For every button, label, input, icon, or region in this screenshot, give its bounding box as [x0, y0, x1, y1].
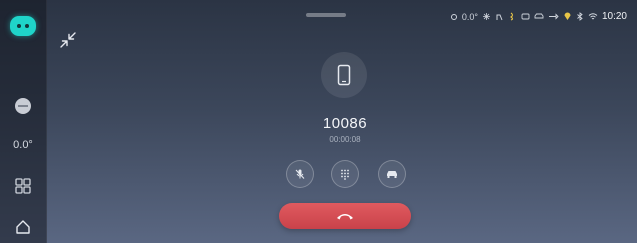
- collapse-arrows-icon: [60, 32, 76, 48]
- keypad-icon: [341, 169, 349, 180]
- fan-icon: [482, 13, 490, 20]
- mute-button[interactable]: [286, 160, 314, 188]
- caller-avatar: [321, 52, 367, 98]
- car-audio-icon: [387, 171, 397, 178]
- status-temperature: 0.0°: [461, 11, 478, 22]
- keypad-button[interactable]: [331, 160, 359, 188]
- call-duration: 00:00:08: [329, 135, 361, 144]
- mute-mic-icon: [295, 169, 305, 179]
- climate-temperature[interactable]: 0.0°: [0, 135, 46, 155]
- media-button[interactable]: [0, 95, 46, 117]
- minimize-call-button[interactable]: [58, 30, 78, 50]
- disc-icon: [15, 98, 31, 114]
- location-icon: [564, 12, 571, 20]
- apps-grid-icon: [15, 178, 31, 194]
- voice-assistant-button[interactable]: [0, 10, 46, 42]
- home-button[interactable]: [0, 216, 46, 238]
- assistant-face-icon: [10, 16, 36, 36]
- apps-button[interactable]: [0, 175, 46, 197]
- car-audio-button[interactable]: [378, 160, 406, 188]
- caller-number: 10086: [322, 115, 368, 132]
- left-sidebar: 0.0°: [0, 0, 47, 243]
- status-bar: 0.0° 10:20: [450, 11, 627, 22]
- usb-icon: [548, 13, 559, 20]
- seat-heat-icon: [496, 14, 503, 21]
- wifi-icon: [588, 13, 598, 20]
- weather-icon: [450, 13, 457, 20]
- car-icon: [534, 13, 544, 19]
- status-clock: 10:20: [601, 11, 627, 22]
- steering-heat-icon: [509, 12, 514, 21]
- bluetooth-icon: [577, 12, 583, 21]
- end-call-icon: [337, 214, 353, 220]
- home-icon: [16, 220, 30, 234]
- defrost-icon: [521, 13, 530, 20]
- notification-drag-handle[interactable]: [306, 13, 346, 17]
- hang-up-button[interactable]: [279, 203, 411, 229]
- mobile-phone-icon: [337, 64, 351, 86]
